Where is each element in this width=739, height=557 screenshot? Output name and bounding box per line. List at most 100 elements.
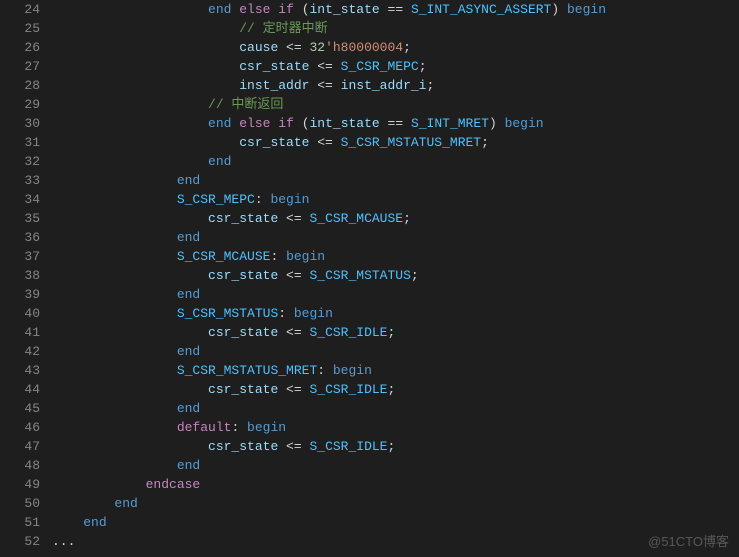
code-line[interactable]: ... [52,532,739,551]
code-token: <= [278,40,309,55]
code-line[interactable]: end [52,285,739,304]
code-token: S_INT_MRET [411,116,489,131]
code-token: S_CSR_MCAUSE [309,211,403,226]
line-number: 47 [0,437,40,456]
code-token: end [208,116,231,131]
code-line[interactable]: // 中断返回 [52,95,739,114]
code-line[interactable]: csr_state <= S_CSR_IDLE; [52,323,739,342]
line-number: 48 [0,456,40,475]
code-token: ; [387,325,395,340]
code-token [52,515,83,530]
code-token [52,97,208,112]
code-line[interactable]: // 定时器中断 [52,19,739,38]
code-token [52,306,177,321]
code-token: S_CSR_MSTATUS_MRET [177,363,317,378]
code-token [52,420,177,435]
code-token: inst_addr [239,78,309,93]
code-token: int_state [310,2,380,17]
code-line[interactable]: end [52,513,739,532]
code-token: ; [481,135,489,150]
code-token: csr_state [208,325,278,340]
code-line[interactable]: csr_state <= S_CSR_MSTATUS; [52,266,739,285]
code-token: ; [387,439,395,454]
code-token: csr_state [208,382,278,397]
line-number: 51 [0,513,40,532]
line-number: 26 [0,38,40,57]
line-number: 43 [0,361,40,380]
code-line[interactable]: end else if (int_state == S_INT_ASYNC_AS… [52,0,739,19]
code-line[interactable]: csr_state <= S_CSR_IDLE; [52,437,739,456]
code-token [52,116,208,131]
line-number: 34 [0,190,40,209]
line-number: 41 [0,323,40,342]
line-number: 35 [0,209,40,228]
code-token: end [114,496,137,511]
code-token: ; [387,382,395,397]
code-token: end [177,401,200,416]
code-token: ... [52,534,75,549]
code-line[interactable]: csr_state <= S_CSR_MCAUSE; [52,209,739,228]
code-token: ; [419,59,427,74]
code-line[interactable]: S_CSR_MSTATUS_MRET: begin [52,361,739,380]
code-line[interactable]: csr_state <= S_CSR_IDLE; [52,380,739,399]
code-line[interactable]: end [52,399,739,418]
code-token [52,230,177,245]
line-number: 46 [0,418,40,437]
code-token: end [177,344,200,359]
code-token: == [380,116,411,131]
code-token: <= [278,268,309,283]
code-token: end [208,154,231,169]
code-token: S_CSR_IDLE [309,325,387,340]
code-token: end [208,2,231,17]
code-token: <= [309,135,340,150]
code-token [52,154,208,169]
code-line[interactable]: cause <= 32'h80000004; [52,38,739,57]
code-token [52,59,239,74]
code-token: <= [278,325,309,340]
code-line[interactable]: csr_state <= S_CSR_MEPC; [52,57,739,76]
code-token: if [278,116,294,131]
code-line[interactable]: end [52,171,739,190]
code-line[interactable]: csr_state <= S_CSR_MSTATUS_MRET; [52,133,739,152]
code-line[interactable]: end [52,152,739,171]
code-token: ; [427,78,435,93]
code-token: end [177,287,200,302]
code-line[interactable]: end else if (int_state == S_INT_MRET) be… [52,114,739,133]
code-token: ; [411,268,419,283]
code-line[interactable]: end [52,456,739,475]
code-line[interactable]: end [52,494,739,513]
code-token: S_CSR_MEPC [341,59,419,74]
line-number: 27 [0,57,40,76]
line-number: 36 [0,228,40,247]
code-line[interactable]: end [52,228,739,247]
code-line[interactable]: inst_addr <= inst_addr_i; [52,76,739,95]
code-token: default [177,420,232,435]
code-token [52,344,177,359]
code-token [52,249,177,264]
code-line[interactable]: S_CSR_MSTATUS: begin [52,304,739,323]
code-token: csr_state [208,211,278,226]
line-number: 37 [0,247,40,266]
code-line[interactable]: endcase [52,475,739,494]
code-line[interactable]: default: begin [52,418,739,437]
line-number: 39 [0,285,40,304]
code-token: begin [567,2,606,17]
code-token: : [231,420,247,435]
code-token: end [177,230,200,245]
code-token: begin [270,192,309,207]
code-line[interactable]: S_CSR_MEPC: begin [52,190,739,209]
line-number: 30 [0,114,40,133]
code-token: int_state [310,116,380,131]
code-token: <= [278,439,309,454]
code-editor[interactable]: 2425262728293031323334353637383940414243… [0,0,739,557]
code-area[interactable]: end else if (int_state == S_INT_ASYNC_AS… [52,0,739,557]
code-token: S_CSR_IDLE [309,439,387,454]
code-line[interactable]: S_CSR_MCAUSE: begin [52,247,739,266]
line-number: 50 [0,494,40,513]
code-line[interactable]: end [52,342,739,361]
code-token [52,211,208,226]
line-number: 28 [0,76,40,95]
code-token [52,2,208,17]
code-token: == [380,2,411,17]
code-token [52,325,208,340]
